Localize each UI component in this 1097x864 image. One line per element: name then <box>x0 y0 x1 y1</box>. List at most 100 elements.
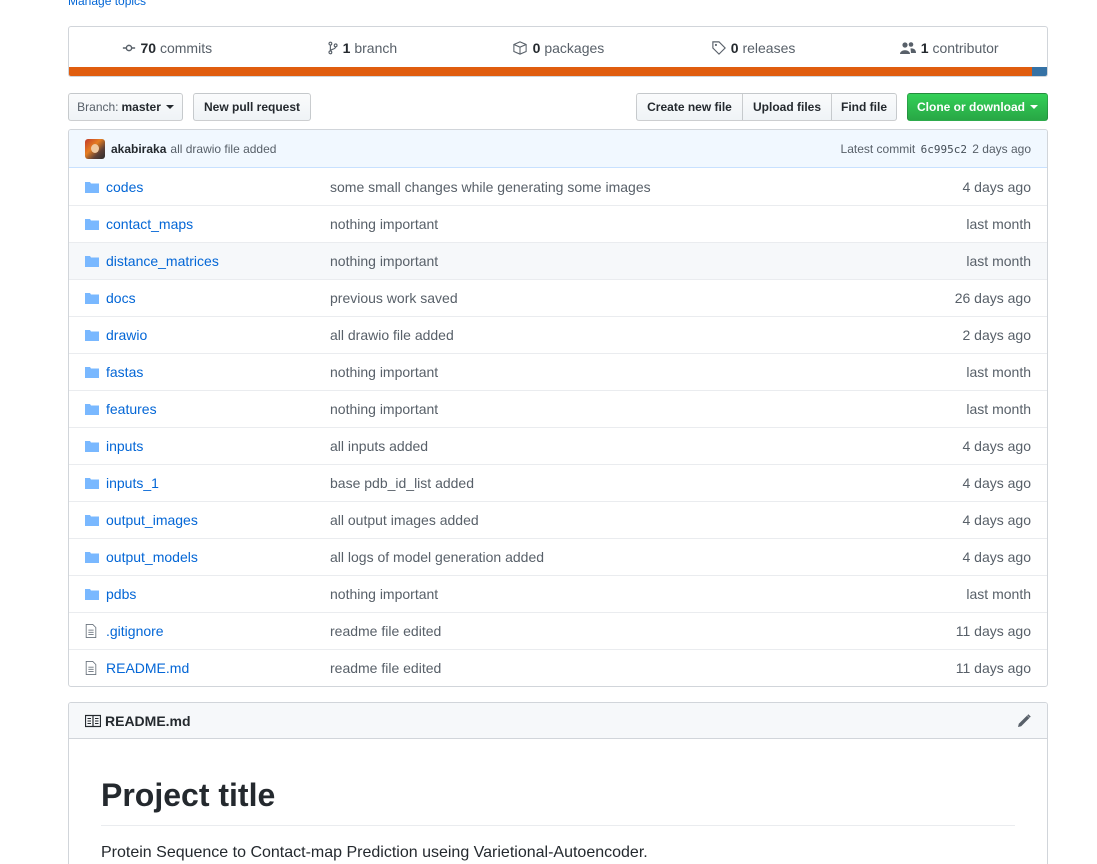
table-row[interactable]: output_models all logs of model generatio… <box>69 538 1047 575</box>
folder-icon <box>85 514 101 526</box>
table-row[interactable]: distance_matrices nothing important last m… <box>69 242 1047 279</box>
file-name-link[interactable]: docs <box>106 290 330 306</box>
folder-icon <box>85 441 99 452</box>
file-age: last month <box>966 364 1031 380</box>
new-pull-request-button[interactable]: New pull request <box>193 93 311 121</box>
folder-icon <box>85 589 99 600</box>
contributors-link[interactable]: 1 contributor <box>851 40 1047 56</box>
file-icon <box>85 624 101 638</box>
branch-name: master <box>121 100 161 114</box>
table-row[interactable]: .gitignore readme file edited 11 days ago <box>69 612 1047 649</box>
file-commit-message-link[interactable]: readme file edited <box>330 623 911 639</box>
file-name-link[interactable]: output_models <box>106 549 330 565</box>
file-commit-message-link[interactable]: some small changes while generating some… <box>330 179 911 195</box>
commit-icon <box>122 44 135 51</box>
file-list: codes some small changes while generating… <box>69 168 1047 686</box>
file-name-link[interactable]: inputs <box>106 438 330 454</box>
folder-icon <box>85 255 101 267</box>
clone-or-download-button[interactable]: Clone or download <box>907 93 1048 121</box>
file-commit-message-link[interactable]: nothing important <box>330 216 911 232</box>
table-row[interactable]: output_images all output images added 4 da… <box>69 501 1047 538</box>
file-commit-message-link[interactable]: all output images added <box>330 512 911 528</box>
file-name-link[interactable]: inputs_1 <box>106 475 330 491</box>
latest-commit-label: Latest commit <box>840 141 916 156</box>
branch-icon <box>328 41 338 54</box>
file-icon <box>85 661 101 675</box>
commit-sha-link[interactable]: 6c995c2 <box>921 143 967 156</box>
branch-prefix: Branch: <box>77 100 119 114</box>
file-name-link[interactable]: distance_matrices <box>106 253 330 269</box>
packages-label: packages <box>544 39 605 56</box>
folder-icon <box>85 329 101 341</box>
file-commit-message-link[interactable]: all inputs added <box>330 438 911 454</box>
pencil-icon[interactable] <box>1017 713 1031 728</box>
avatar[interactable] <box>85 138 105 159</box>
file-name-link[interactable]: features <box>106 401 330 417</box>
create-new-file-button[interactable]: Create new file <box>636 93 743 121</box>
table-row[interactable]: contact_maps nothing important last month <box>69 205 1047 242</box>
commit-message-link[interactable]: all drawio file added <box>170 142 276 156</box>
people-icon <box>899 41 916 54</box>
folder-icon <box>85 256 99 267</box>
table-row[interactable]: features nothing important last month <box>69 390 1047 427</box>
folder-icon <box>85 330 99 341</box>
file-commit-message-link[interactable]: readme file edited <box>330 660 911 676</box>
table-row[interactable]: pdbs nothing important last month <box>69 575 1047 612</box>
file-name-link[interactable]: output_images <box>106 512 330 528</box>
releases-link[interactable]: 0 releases <box>656 40 852 56</box>
table-row[interactable]: codes some small changes while generating… <box>69 168 1047 205</box>
branches-link[interactable]: 1 branch <box>265 40 461 56</box>
file-name-link[interactable]: README.md <box>106 660 330 676</box>
file-age: 4 days ago <box>962 549 1032 565</box>
latest-commit-info: Latest commit 6c995c2 2 days ago <box>841 142 1031 156</box>
packages-count: 0 <box>532 39 541 56</box>
file-age: last month <box>966 253 1031 269</box>
upload-files-button[interactable]: Upload files <box>742 93 832 121</box>
table-row[interactable]: inputs_1 base pdb_id_list added 4 days ago <box>69 464 1047 501</box>
file-name-link[interactable]: contact_maps <box>106 216 330 232</box>
releases-count: 0 <box>730 39 739 56</box>
language-segment-secondary[interactable] <box>1032 67 1047 76</box>
file-age: 4 days ago <box>962 178 1032 195</box>
folder-icon <box>85 551 101 563</box>
file-name-link[interactable]: drawio <box>106 327 330 343</box>
find-file-button[interactable]: Find file <box>831 93 897 121</box>
file-commit-message-link[interactable]: nothing important <box>330 401 911 417</box>
folder-icon <box>85 181 99 193</box>
file-name-link[interactable]: pdbs <box>106 586 330 602</box>
file-commit-message-link[interactable]: nothing important <box>330 586 911 602</box>
commits-link[interactable]: 70 commits <box>69 40 265 56</box>
language-bar[interactable] <box>69 67 1047 76</box>
file-age: 11 days ago <box>955 660 1031 676</box>
file-commit-message-link[interactable]: nothing important <box>330 364 911 380</box>
table-row[interactable]: drawio all drawio file added 2 days ago <box>69 316 1047 353</box>
file-name-link[interactable]: codes <box>106 179 330 195</box>
file-table: akabiraka all drawio file added Latest c… <box>68 129 1048 687</box>
file-commit-message-link[interactable]: nothing important <box>330 253 911 269</box>
commits-count: 70 <box>140 39 157 56</box>
folder-icon <box>85 478 99 489</box>
caret-down-icon <box>165 105 174 109</box>
branch-select-button[interactable]: Branch: master <box>68 93 183 121</box>
manage-topics-link[interactable]: Manage topics <box>68 0 146 8</box>
file-name-link[interactable]: fastas <box>106 364 330 380</box>
file-commit-message-link[interactable]: previous work saved <box>330 290 911 306</box>
file-commit-message-link[interactable]: all logs of model generation added <box>330 549 911 565</box>
folder-icon <box>85 181 101 193</box>
file-navigation: Branch: master New pull request Create n… <box>68 93 1048 121</box>
file-commit-message-link[interactable]: all drawio file added <box>330 327 911 343</box>
table-row[interactable]: fastas nothing important last month <box>69 353 1047 390</box>
packages-link[interactable]: 0 packages <box>460 40 656 56</box>
table-row[interactable]: README.md readme file edited 11 days ago <box>69 649 1047 686</box>
language-segment-primary[interactable] <box>69 67 1033 76</box>
commits-label: commits <box>159 39 213 56</box>
folder-icon <box>85 367 99 378</box>
file-age: last month <box>966 586 1031 602</box>
table-row[interactable]: inputs all inputs added 4 days ago <box>69 427 1047 464</box>
file-commit-message-link[interactable]: base pdb_id_list added <box>330 475 911 491</box>
commit-author-link[interactable]: akabiraka <box>111 142 166 156</box>
table-row[interactable]: docs previous work saved 26 days ago <box>69 279 1047 316</box>
folder-icon <box>85 477 101 489</box>
commit-tease: akabiraka all drawio file added Latest c… <box>69 130 1047 168</box>
file-name-link[interactable]: .gitignore <box>106 623 330 639</box>
